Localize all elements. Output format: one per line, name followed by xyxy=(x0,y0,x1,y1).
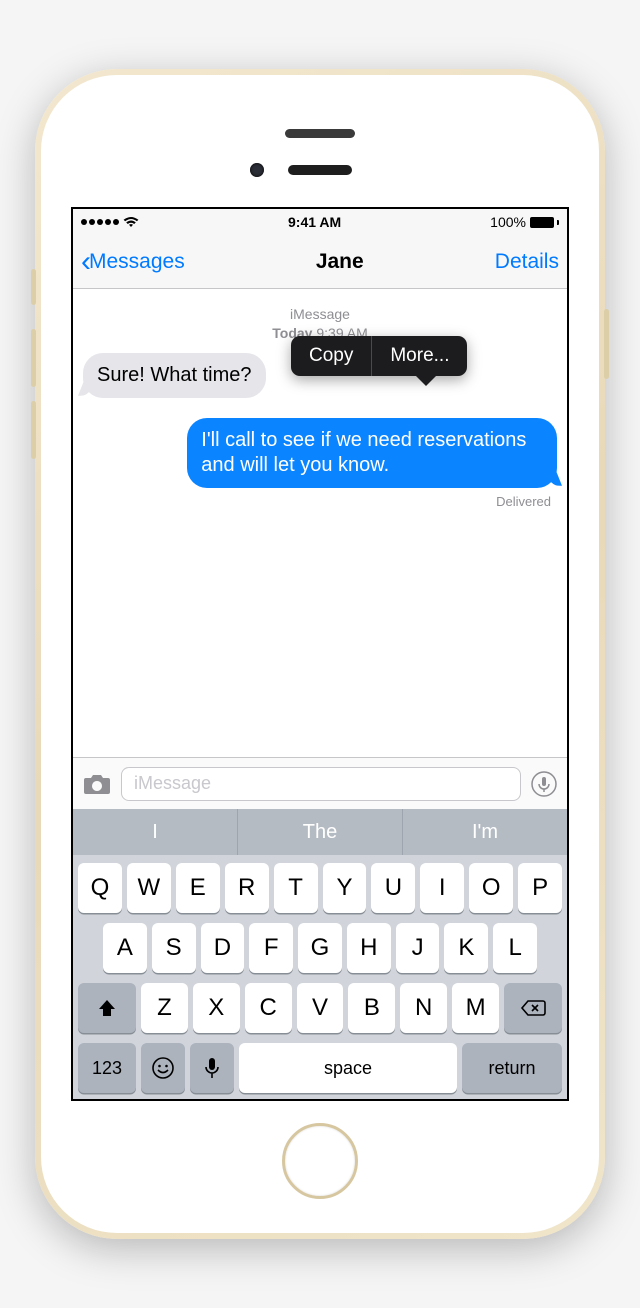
predictive-suggestion-3[interactable]: I'm xyxy=(402,809,567,855)
keyboard-row-4: 123 space return xyxy=(78,1043,562,1093)
key-s[interactable]: S xyxy=(152,923,196,973)
battery-icon xyxy=(530,217,559,228)
mute-switch xyxy=(31,269,36,305)
details-button[interactable]: Details xyxy=(495,250,559,274)
delivered-status: Delivered xyxy=(83,494,551,509)
outgoing-message-bubble[interactable]: I'll call to see if we need reservations… xyxy=(187,418,557,488)
status-time: 9:41 AM xyxy=(288,214,341,230)
key-y[interactable]: Y xyxy=(323,863,367,913)
key-c[interactable]: C xyxy=(245,983,292,1033)
speaker-grille xyxy=(285,129,355,138)
key-b[interactable]: B xyxy=(348,983,395,1033)
key-backspace[interactable] xyxy=(504,983,562,1033)
key-g[interactable]: G xyxy=(298,923,342,973)
incoming-message-bubble[interactable]: Sure! What time? xyxy=(83,353,266,398)
key-return[interactable]: return xyxy=(462,1043,562,1093)
compose-bar: iMessage xyxy=(73,757,567,809)
key-numbers[interactable]: 123 xyxy=(78,1043,136,1093)
navigation-bar: ‹ Messages Jane Details xyxy=(73,235,567,289)
wifi-icon xyxy=(123,216,139,228)
keyboard: Q W E R T Y U I O P A S xyxy=(73,855,567,1099)
key-dictation[interactable] xyxy=(190,1043,234,1093)
context-copy-button[interactable]: Copy xyxy=(291,336,371,376)
outgoing-message-text: I'll call to see if we need reservations… xyxy=(201,429,526,476)
context-more-button[interactable]: More... xyxy=(372,336,467,376)
dictation-icon[interactable] xyxy=(531,771,557,797)
key-u[interactable]: U xyxy=(371,863,415,913)
key-j[interactable]: J xyxy=(396,923,440,973)
front-camera xyxy=(250,163,264,177)
key-o[interactable]: O xyxy=(469,863,513,913)
camera-icon[interactable] xyxy=(83,773,111,795)
popover-arrow-icon xyxy=(415,375,437,386)
bottom-bezel xyxy=(53,1101,587,1221)
key-m[interactable]: M xyxy=(452,983,499,1033)
service-label: iMessage xyxy=(290,306,350,322)
context-menu-popover: Copy More... xyxy=(291,336,467,376)
volume-down xyxy=(31,401,36,459)
phone-frame: 9:41 AM 100% ‹ Messages Jane De xyxy=(35,69,605,1239)
home-button[interactable] xyxy=(282,1123,358,1199)
key-emoji[interactable] xyxy=(141,1043,185,1093)
earpiece xyxy=(288,165,352,175)
top-bezel xyxy=(53,87,587,207)
compose-placeholder: iMessage xyxy=(134,773,211,794)
key-n[interactable]: N xyxy=(400,983,447,1033)
keyboard-row-3: Z X C V B N M xyxy=(78,983,562,1033)
conversation-title: Jane xyxy=(316,250,364,274)
key-z[interactable]: Z xyxy=(141,983,188,1033)
key-l[interactable]: L xyxy=(493,923,537,973)
compose-input[interactable]: iMessage xyxy=(121,767,521,801)
key-t[interactable]: T xyxy=(274,863,318,913)
key-x[interactable]: X xyxy=(193,983,240,1033)
key-d[interactable]: D xyxy=(201,923,245,973)
key-r[interactable]: R xyxy=(225,863,269,913)
key-k[interactable]: K xyxy=(444,923,488,973)
status-bar: 9:41 AM 100% xyxy=(73,209,567,235)
key-i[interactable]: I xyxy=(420,863,464,913)
back-button[interactable]: ‹ Messages xyxy=(81,247,185,277)
key-p[interactable]: P xyxy=(518,863,562,913)
conversation-area[interactable]: iMessage Today 9:39 AM Sure! What time? … xyxy=(73,289,567,757)
predictive-suggestion-1[interactable]: I xyxy=(73,809,237,855)
cellular-signal-icon xyxy=(81,219,119,225)
key-e[interactable]: E xyxy=(176,863,220,913)
predictive-bar: I The I'm xyxy=(73,809,567,855)
key-q[interactable]: Q xyxy=(78,863,122,913)
key-space[interactable]: space xyxy=(239,1043,457,1093)
back-label: Messages xyxy=(89,250,185,274)
incoming-message-text: Sure! What time? xyxy=(97,364,252,386)
power-button xyxy=(604,309,609,379)
key-w[interactable]: W xyxy=(127,863,171,913)
volume-up xyxy=(31,329,36,387)
battery-percentage: 100% xyxy=(490,214,526,230)
screen: 9:41 AM 100% ‹ Messages Jane De xyxy=(71,207,569,1101)
key-a[interactable]: A xyxy=(103,923,147,973)
key-v[interactable]: V xyxy=(297,983,344,1033)
key-f[interactable]: F xyxy=(249,923,293,973)
key-shift[interactable] xyxy=(78,983,136,1033)
key-h[interactable]: H xyxy=(347,923,391,973)
keyboard-row-2: A S D F G H J K L xyxy=(78,923,562,973)
predictive-suggestion-2[interactable]: The xyxy=(237,809,402,855)
keyboard-row-1: Q W E R T Y U I O P xyxy=(78,863,562,913)
